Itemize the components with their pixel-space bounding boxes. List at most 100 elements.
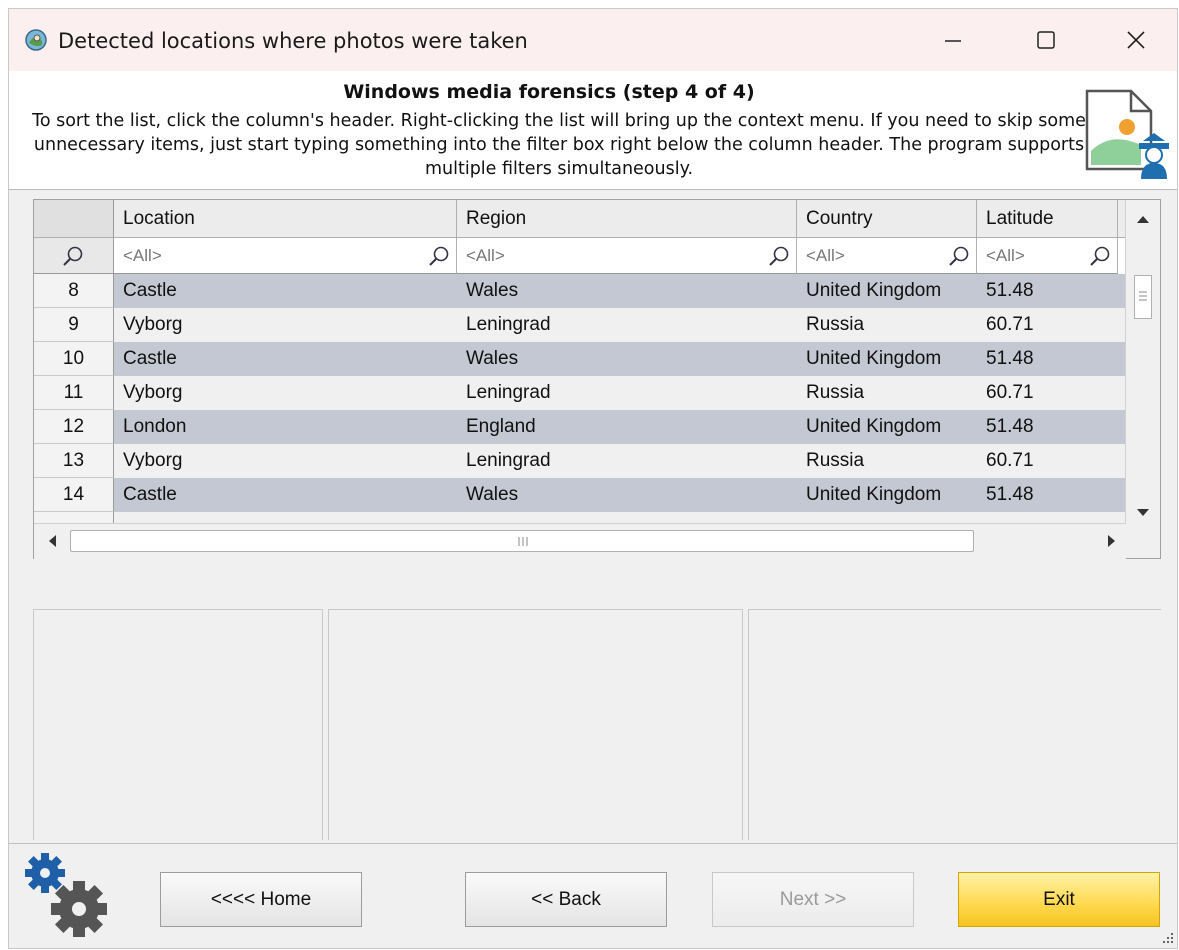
- filter-input-location[interactable]: <All>: [114, 238, 457, 274]
- maximize-icon: [1037, 31, 1055, 49]
- resize-grip-icon[interactable]: [1159, 929, 1175, 945]
- cell-latitude: 60.71: [986, 382, 1034, 403]
- row-number: 14: [34, 478, 114, 512]
- filter-placeholder: <All>: [986, 246, 1025, 265]
- cell-country: United Kingdom: [806, 280, 942, 301]
- filter-input-region[interactable]: <All>: [457, 238, 797, 274]
- horizontal-scrollbar[interactable]: [34, 523, 1126, 559]
- footer-divider: [9, 843, 1177, 844]
- minimize-button[interactable]: [933, 21, 973, 59]
- cell-latitude: 60.71: [986, 450, 1034, 471]
- back-button-label: << Back: [531, 888, 601, 910]
- filter-input-latitude[interactable]: <All>: [977, 238, 1118, 274]
- exit-button-label: Exit: [1043, 888, 1075, 910]
- table-row[interactable]: 10 Castle Wales United Kingdom 51.48: [34, 342, 1126, 376]
- info-panel-left: [33, 609, 323, 840]
- cell-region: Leningrad: [466, 382, 551, 403]
- scroll-left-icon[interactable]: [38, 524, 68, 558]
- title-bar: Detected locations where photos were tak…: [9, 9, 1177, 71]
- cell-region: Wales: [466, 484, 519, 505]
- column-header-location[interactable]: Location: [114, 200, 457, 238]
- filter-placeholder: <All>: [123, 246, 162, 265]
- row-number: 9: [34, 308, 114, 342]
- scroll-right-icon[interactable]: [1096, 524, 1126, 558]
- app-icon: [25, 29, 47, 51]
- forensics-officer-icon: [1085, 89, 1169, 179]
- table-row[interactable]: 14 Castle Wales United Kingdom 51.48: [34, 478, 1126, 512]
- column-header-region[interactable]: Region: [457, 200, 797, 238]
- cell-region: England: [466, 416, 536, 437]
- wizard-header: Windows media forensics (step 4 of 4) To…: [9, 71, 1177, 190]
- cell-region: Leningrad: [466, 450, 551, 471]
- grip-icon: [1139, 291, 1147, 301]
- close-icon: [1127, 31, 1145, 49]
- back-button[interactable]: << Back: [465, 872, 667, 927]
- cell-country: United Kingdom: [806, 484, 942, 505]
- horizontal-scroll-thumb[interactable]: [70, 530, 974, 552]
- filter-search-icon[interactable]: [948, 245, 970, 267]
- close-button[interactable]: [1116, 21, 1156, 59]
- cell-country: Russia: [806, 450, 865, 471]
- cell-country: United Kingdom: [806, 348, 942, 369]
- window-title: Detected locations where photos were tak…: [58, 29, 528, 53]
- vertical-scroll-thumb[interactable]: [1134, 275, 1152, 319]
- cell-latitude: 51.48: [986, 416, 1034, 437]
- filter-search-icon[interactable]: [768, 245, 790, 267]
- cell-region: Wales: [466, 348, 519, 369]
- minimize-icon: [945, 40, 961, 42]
- filter-placeholder: <All>: [806, 246, 845, 265]
- cell-latitude: 51.48: [986, 348, 1034, 369]
- locations-grid[interactable]: Location Region Country Latitude <All> <…: [33, 199, 1161, 559]
- table-row[interactable]: 13 Vyborg Leningrad Russia 60.71: [34, 444, 1126, 478]
- cell-region: Wales: [466, 280, 519, 301]
- scroll-up-icon[interactable]: [1126, 206, 1160, 236]
- row-number: 11: [34, 376, 114, 410]
- cell-location: Castle: [123, 348, 177, 369]
- table-row[interactable]: 12 London England United Kingdom 51.48: [34, 410, 1126, 444]
- cell-location: Vyborg: [123, 382, 183, 403]
- table-row[interactable]: 8 Castle Wales United Kingdom 51.48: [34, 274, 1126, 308]
- info-panel-middle: [328, 609, 743, 840]
- cell-country: United Kingdom: [806, 416, 942, 437]
- filter-placeholder: <All>: [466, 246, 505, 265]
- cell-latitude: 60.71: [986, 314, 1034, 335]
- grip-icon: [518, 537, 528, 546]
- filter-row-selector: [34, 238, 114, 274]
- home-button-label: <<<< Home: [210, 888, 312, 910]
- cell-location: Vyborg: [123, 314, 183, 335]
- table-row-partial: [34, 512, 1126, 523]
- scroll-corner: [1126, 523, 1160, 558]
- home-button[interactable]: <<<< Home: [160, 872, 362, 927]
- cell-location: Castle: [123, 280, 177, 301]
- grid-corner: [34, 200, 114, 238]
- column-header-latitude[interactable]: Latitude: [977, 200, 1118, 238]
- row-number: 13: [34, 444, 114, 478]
- table-row[interactable]: 11 Vyborg Leningrad Russia 60.71: [34, 376, 1126, 410]
- app-window: Detected locations where photos were tak…: [8, 8, 1178, 949]
- row-number: 8: [34, 274, 114, 308]
- step-description: To sort the list, click the column's hea…: [32, 111, 1086, 179]
- scroll-down-icon[interactable]: [1126, 496, 1160, 526]
- cell-region: Leningrad: [466, 314, 551, 335]
- cell-location: Castle: [123, 484, 177, 505]
- step-title: Windows media forensics (step 4 of 4): [343, 81, 755, 103]
- search-icon: [63, 246, 83, 266]
- next-button-label: Next >>: [779, 888, 847, 910]
- row-number: 10: [34, 342, 114, 376]
- filter-search-icon[interactable]: [1089, 245, 1111, 267]
- column-header-country[interactable]: Country: [797, 200, 977, 238]
- vertical-scrollbar[interactable]: [1125, 200, 1160, 523]
- table-row[interactable]: 9 Vyborg Leningrad Russia 60.71: [34, 308, 1126, 342]
- cell-latitude: 51.48: [986, 280, 1034, 301]
- maximize-button[interactable]: [1026, 21, 1066, 59]
- exit-button[interactable]: Exit: [958, 872, 1160, 927]
- settings-gears-icon: [25, 853, 107, 937]
- filter-input-country[interactable]: <All>: [797, 238, 977, 274]
- cell-location: London: [123, 416, 187, 437]
- filter-search-icon[interactable]: [428, 245, 450, 267]
- row-number-partial: [34, 512, 114, 523]
- cell-location: Vyborg: [123, 450, 183, 471]
- cell-country: Russia: [806, 314, 865, 335]
- cell-latitude: 51.48: [986, 484, 1034, 505]
- next-button[interactable]: Next >>: [712, 872, 914, 927]
